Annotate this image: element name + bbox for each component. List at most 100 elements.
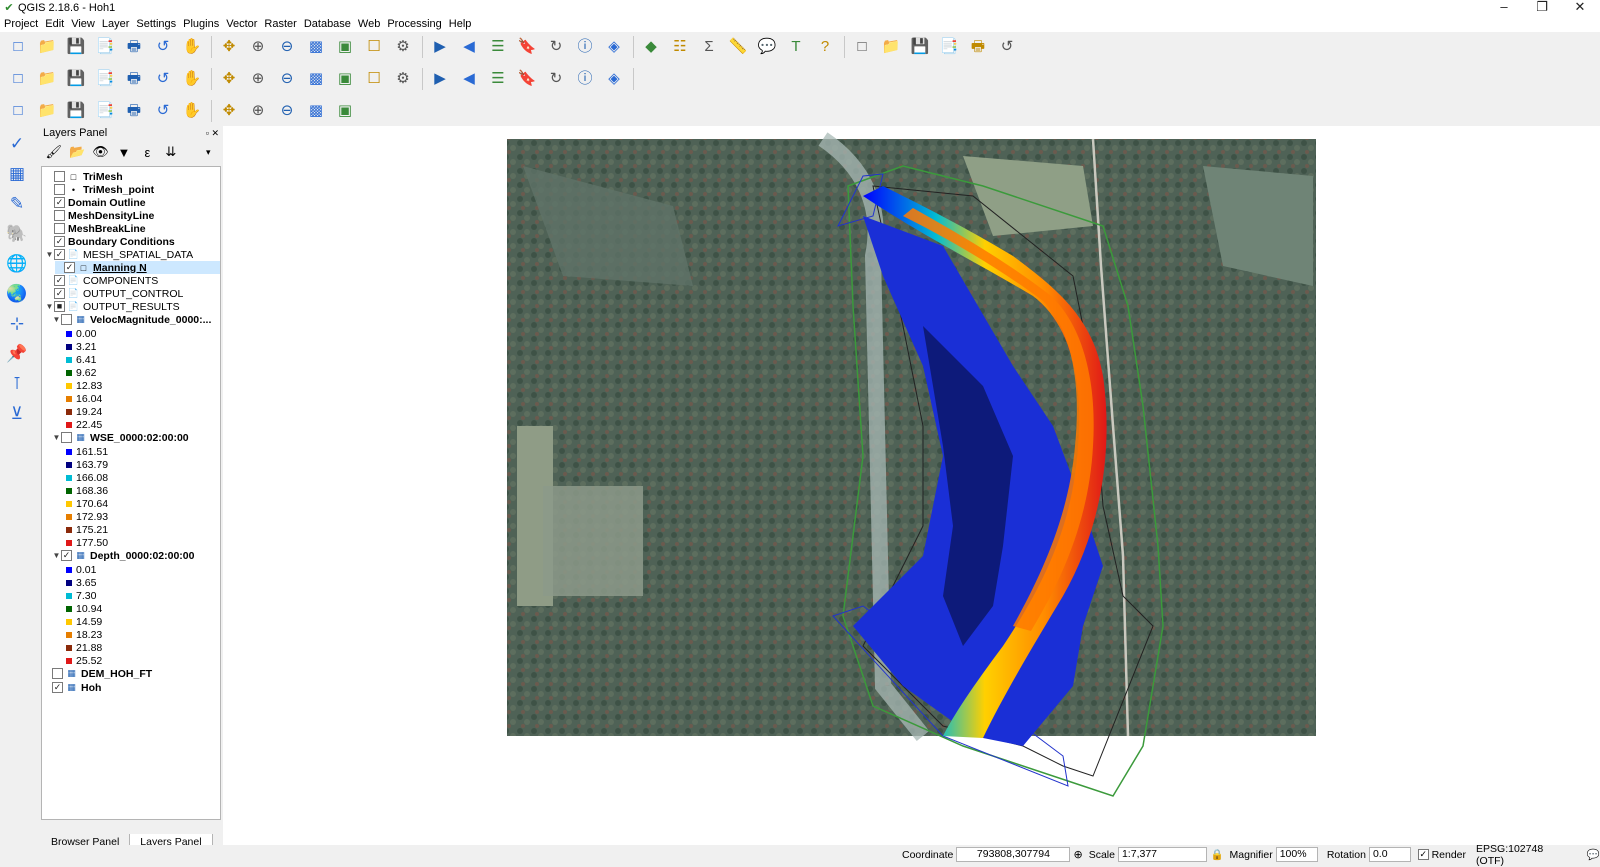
show-hide-labels-icon[interactable]: ⚙ <box>391 67 415 91</box>
layer-style-icon[interactable]: 🖌 <box>43 142 64 162</box>
open-attribute-table-icon[interactable]: T <box>784 35 808 59</box>
remove-layer-icon[interactable]: ▾ <box>198 142 219 162</box>
layer-visibility-checkbox[interactable]: ✓ <box>54 249 65 260</box>
add-wfs-icon[interactable]: ⓘ <box>573 67 597 91</box>
zoom-out-icon[interactable]: ▩ <box>304 35 328 59</box>
layer-visibility-checkbox[interactable]: ■ <box>54 301 65 312</box>
menu-raster[interactable]: Raster <box>264 18 296 30</box>
mesh-tool-3-icon[interactable]: 💾 <box>64 99 88 123</box>
menu-view[interactable]: View <box>71 18 95 30</box>
layer-visibility-checkbox[interactable] <box>52 668 63 679</box>
new-map-view-icon[interactable]: 🔖 <box>515 35 539 59</box>
layer-item[interactable]: MeshDensityLine <box>45 209 154 222</box>
statistics-icon[interactable]: □ <box>850 35 874 59</box>
composer-manager-icon[interactable]: ↺ <box>151 35 175 59</box>
render-checkbox[interactable]: ✓ <box>1418 849 1429 860</box>
new-shapefile-icon[interactable]: 📌 <box>4 341 30 367</box>
new-bookmark-icon[interactable]: ↻ <box>544 35 568 59</box>
layer-visibility-checkbox[interactable] <box>54 171 65 182</box>
pin-labels-icon[interactable]: ☐ <box>362 67 386 91</box>
new-print-composer-icon[interactable]: 🖶 <box>122 35 146 59</box>
add-wcs-icon[interactable]: 🌏 <box>4 281 30 307</box>
diagram-icon[interactable]: ▣ <box>333 67 357 91</box>
layer-visibility-checkbox[interactable]: ✓ <box>61 550 72 561</box>
expand-all-icon[interactable]: ⇊ <box>160 142 181 162</box>
touch-zoom-icon[interactable]: ✋ <box>180 35 204 59</box>
add-delimited-icon[interactable]: ⊻ <box>4 401 30 427</box>
menu-help[interactable]: Help <box>449 18 472 30</box>
messages-icon[interactable]: 💬 <box>1587 848 1600 861</box>
map-view[interactable] <box>223 126 1600 845</box>
add-vector-icon[interactable]: ✓ <box>4 131 30 157</box>
zoom-full-icon[interactable]: ☐ <box>362 35 386 59</box>
identify-icon[interactable]: ◆ <box>639 35 663 59</box>
copy-features-icon[interactable]: ⊕ <box>246 67 270 91</box>
add-wms-icon[interactable]: ↻ <box>544 67 568 91</box>
save-project-icon[interactable]: 💾 <box>64 35 88 59</box>
mesh-tool-5-icon[interactable]: 🖶 <box>122 99 146 123</box>
toggle-extents-icon[interactable]: ⊕ <box>1073 848 1082 861</box>
layer-visibility-checkbox[interactable]: ✓ <box>54 275 65 286</box>
zoom-last-icon[interactable]: ◀ <box>457 35 481 59</box>
menu-settings[interactable]: Settings <box>136 18 176 30</box>
layer-item[interactable]: ▼ ■ 📄 OUTPUT_RESULTS <box>45 300 180 313</box>
layer-item[interactable]: ✓ □ Manning N <box>55 261 220 274</box>
crs-button[interactable]: EPSG:102748 (OTF) <box>1476 843 1569 867</box>
magnifier-spinbox[interactable]: 100% <box>1275 847 1318 862</box>
minimize-icon[interactable]: – <box>1486 0 1522 16</box>
scale-lock-icon[interactable]: 🔒 <box>1210 848 1223 861</box>
filter-icon[interactable]: ▼ <box>113 142 134 162</box>
mesh-tool-10-icon[interactable]: ⊖ <box>275 99 299 123</box>
new-project-icon[interactable]: □ <box>6 35 30 59</box>
menu-processing[interactable]: Processing <box>387 18 441 30</box>
field-calculator-icon[interactable]: ? <box>813 35 837 59</box>
layer-visibility-checkbox[interactable] <box>61 432 72 443</box>
add-virtual-icon[interactable]: ⊺ <box>4 371 30 397</box>
layer-item[interactable]: ▦ DEM_HOH_FT <box>52 667 152 680</box>
layer-item[interactable]: ✓ 📄 COMPONENTS <box>45 274 158 287</box>
refresh-icon[interactable]: ◈ <box>602 35 626 59</box>
expand-arrow-icon[interactable]: ▼ <box>45 250 54 259</box>
mesh-tool-2-icon[interactable]: 📁 <box>35 99 59 123</box>
menu-web[interactable]: Web <box>358 18 380 30</box>
add-group-icon[interactable]: 📂 <box>66 142 87 162</box>
add-spatialite-icon[interactable]: ✎ <box>4 191 30 217</box>
layer-item[interactable]: ✓ Boundary Conditions <box>45 235 175 248</box>
menu-project[interactable]: Project <box>4 18 38 30</box>
mesh-tool-8-icon[interactable]: ✥ <box>217 99 241 123</box>
layer-visibility-checkbox[interactable] <box>54 210 65 221</box>
layer-item[interactable]: ✓ Domain Outline <box>45 196 146 209</box>
scale-combo[interactable]: 1:7,377 <box>1117 847 1208 862</box>
open-project-icon[interactable]: 📁 <box>35 35 59 59</box>
add-wms-icon[interactable]: 🌐 <box>4 251 30 277</box>
map-canvas[interactable] <box>223 126 1600 845</box>
layer-item[interactable]: ✓ 📄 OUTPUT_CONTROL <box>45 287 183 300</box>
raster-layer-item[interactable]: ▼ ▦ VelocMagnitude_0000:... <box>52 313 212 326</box>
measure-icon[interactable]: 📁 <box>879 35 903 59</box>
expand-arrow-icon[interactable]: ▼ <box>52 551 61 560</box>
layer-visibility-checkbox[interactable]: ✓ <box>52 682 63 693</box>
layer-visibility-checkbox[interactable]: ✓ <box>54 197 65 208</box>
text-annotation-icon[interactable]: 📑 <box>937 35 961 59</box>
cut-features-icon[interactable]: ✥ <box>217 67 241 91</box>
select-features-icon[interactable]: Σ <box>697 35 721 59</box>
restore-icon[interactable]: ❐ <box>1524 0 1560 16</box>
add-postgis-icon[interactable]: 🐘 <box>4 221 30 247</box>
menu-plugins[interactable]: Plugins <box>183 18 219 30</box>
zoom-next-icon[interactable]: ☰ <box>486 35 510 59</box>
menu-edit[interactable]: Edit <box>45 18 64 30</box>
layer-item[interactable]: □ TriMesh <box>45 170 123 183</box>
raster-layer-item[interactable]: ▼ ▦ WSE_0000:02:00:00 <box>52 431 189 444</box>
layer-visibility-checkbox[interactable]: ✓ <box>64 262 75 273</box>
coordinate-field[interactable]: 793808,307794 <box>956 847 1071 862</box>
rotation-spinbox[interactable]: 0.0 <box>1368 847 1412 862</box>
manage-visibility-icon[interactable]: 👁 <box>90 142 111 162</box>
pan-to-selection-icon[interactable]: ⊕ <box>246 35 270 59</box>
mesh-tool-11-icon[interactable]: ▩ <box>304 99 328 123</box>
expand-arrow-icon[interactable]: ▼ <box>45 302 54 311</box>
action-icon[interactable]: ☷ <box>668 35 692 59</box>
layer-item[interactable]: ✓ ▦ Hoh <box>52 681 101 694</box>
zoom-to-selection-icon[interactable]: ⚙ <box>391 35 415 59</box>
mesh-tool-9-icon[interactable]: ⊕ <box>246 99 270 123</box>
map-tips-icon[interactable]: 💾 <box>908 35 932 59</box>
